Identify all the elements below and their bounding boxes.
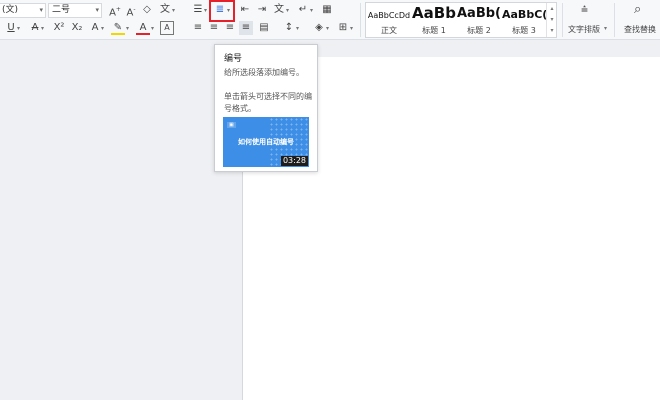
table-grid-icon[interactable]: ▦ — [320, 3, 334, 17]
subscript-icon[interactable]: X₂ — [70, 21, 84, 35]
font-name-value: (文) — [2, 5, 19, 15]
increase-font-icon[interactable]: A+ — [108, 3, 122, 18]
tooltip-hint: 单击箭头可选择不同的编号格式。 — [224, 92, 312, 113]
chevron-down-icon[interactable]: ▾ — [350, 25, 353, 32]
border-icon[interactable]: ⊞ — [336, 21, 350, 35]
decrease-font-icon[interactable]: A- — [124, 3, 138, 18]
text-effect-icon[interactable]: A — [88, 21, 102, 35]
tutorial-video-thumbnail[interactable]: ▣ 如何使用自动编号 03:28 — [223, 117, 309, 167]
video-duration: 03:28 — [280, 156, 308, 166]
style-gallery: AaBbCcDd 正文 AaBb 标题 1 AaBb( 标题 2 AaBbC( … — [365, 2, 557, 38]
style-normal[interactable]: AaBbCcDd 正文 — [366, 3, 412, 37]
tooltip-title: 编号 — [224, 54, 243, 64]
divider — [562, 3, 563, 37]
decrease-indent-icon[interactable]: ⇤ — [238, 3, 252, 17]
style-label: 正文 — [381, 26, 397, 35]
underline-icon[interactable]: U — [4, 21, 18, 35]
show-marks-icon[interactable]: ↵ — [296, 3, 310, 17]
text-layout-button[interactable]: ⩮ 文字排版 ▾ — [566, 2, 612, 38]
chevron-down-icon[interactable]: ▾ — [204, 7, 207, 14]
divider — [360, 3, 361, 37]
numbering-highlight-box — [209, 0, 235, 22]
divider — [614, 3, 615, 37]
style-preview-text: AaBbC( — [502, 8, 546, 21]
chevron-down-icon[interactable]: ▾ — [95, 4, 99, 17]
font-size-value: 二号 — [52, 5, 71, 15]
text-layout-icon: ⩮ — [581, 2, 589, 16]
chevron-down-icon[interactable]: ▾ — [101, 25, 104, 32]
text-layout-label: 文字排版 — [568, 25, 600, 34]
chevron-down-icon[interactable]: ▾ — [41, 25, 44, 32]
chevron-down-icon[interactable]: ▾ — [326, 25, 329, 32]
style-label: 标题 1 — [422, 26, 446, 35]
style-preview-text: AaBb( — [457, 6, 501, 21]
style-heading-1[interactable]: AaBb 标题 1 — [412, 3, 456, 37]
style-heading-3[interactable]: AaBbC( 标题 3 — [502, 3, 546, 37]
align-left-icon[interactable]: ≡ — [191, 21, 205, 35]
font-size-combo[interactable]: 二号 ▾ — [48, 3, 102, 18]
character-border-icon[interactable]: A — [160, 21, 174, 35]
ribbon-toolbar: (文) ▾ 二号 ▾ A+ A- ◇ 文 ▾ U ▾ A ▾ X² X₂ A ▾… — [0, 0, 660, 40]
chinese-layout-icon[interactable]: 文 — [272, 3, 286, 17]
tooltip-description: 给所选段落添加编号。 — [224, 68, 304, 77]
chevron-down-icon[interactable]: ▾ — [151, 25, 154, 32]
chevron-down-icon[interactable]: ▾ — [17, 25, 20, 32]
justify-icon[interactable]: ≡ — [239, 21, 253, 35]
style-preview-text: AaBbCcDd — [367, 11, 411, 20]
search-icon: ⌕ — [634, 2, 642, 17]
phonetic-icon[interactable]: 文 — [158, 3, 172, 17]
chevron-down-icon[interactable]: ▾ — [296, 25, 299, 32]
superscript-icon[interactable]: X² — [52, 21, 66, 35]
increase-indent-icon[interactable]: ⇥ — [255, 3, 269, 17]
chevron-down-icon[interactable]: ▾ — [126, 25, 129, 32]
strikethrough-icon[interactable]: A — [28, 21, 42, 35]
style-label: 标题 2 — [467, 26, 491, 35]
video-title: 如何使用自动编号 — [238, 138, 294, 146]
clear-format-icon[interactable]: ◇ — [140, 3, 154, 17]
find-replace-button[interactable]: ⌕ 查找替换 — [618, 2, 660, 38]
shading-icon[interactable]: ◈ — [312, 21, 326, 35]
align-center-icon[interactable]: ≡ — [207, 21, 221, 35]
chevron-down-icon[interactable]: ▾ — [172, 7, 175, 14]
video-logo: ▣ — [227, 122, 236, 128]
align-right-icon[interactable]: ≡ — [223, 21, 237, 35]
font-name-combo[interactable]: (文) ▾ — [0, 3, 46, 18]
style-heading-2[interactable]: AaBb( 标题 2 — [456, 3, 502, 37]
chevron-down-icon: ▾ — [604, 25, 608, 32]
chevron-down-icon[interactable]: ▾ — [286, 7, 289, 14]
style-label: 标题 3 — [512, 26, 536, 35]
style-preview-text: AaBb — [412, 4, 456, 22]
font-color-icon[interactable]: A — [136, 21, 150, 35]
highlight-color-icon[interactable]: ✎ — [111, 21, 125, 35]
numbering-tooltip: 编号 给所选段落添加编号。 单击箭头可选择不同的编号格式。 ▣ 如何使用自动编号… — [214, 44, 318, 172]
distributed-align-icon[interactable]: ▤ — [257, 21, 271, 35]
chevron-down-icon[interactable]: ▾ — [39, 4, 43, 17]
bullet-list-icon[interactable]: ☰ — [191, 3, 205, 17]
chevron-down-icon[interactable]: ▾ — [310, 7, 313, 14]
find-replace-label: 查找替换 — [624, 25, 656, 34]
line-spacing-icon[interactable]: ↕ — [282, 21, 296, 35]
gallery-scroll[interactable]: ▴ ▾ ▾ — [546, 3, 557, 37]
